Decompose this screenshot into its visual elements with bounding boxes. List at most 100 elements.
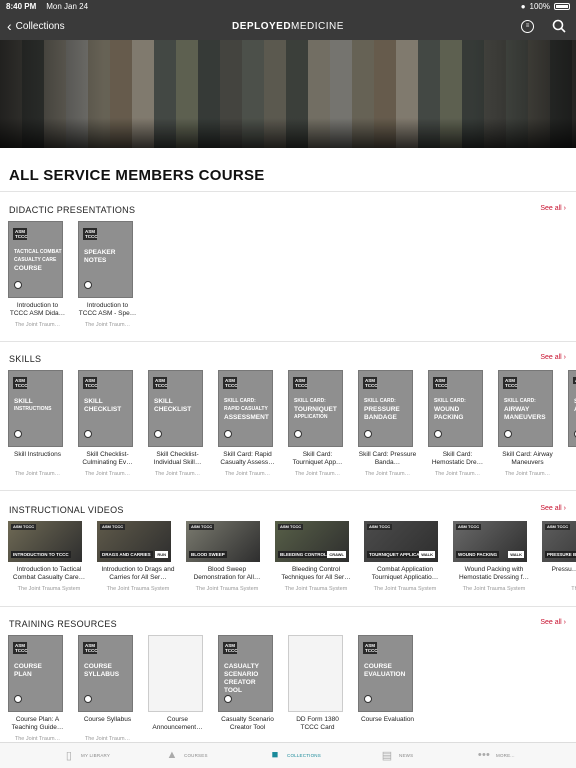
video-title: Blood Sweep Demonstration for All… bbox=[193, 566, 261, 582]
video-card[interactable]: ASM TCCC WOUND PACKING WALK Wound Packing w… bbox=[453, 521, 530, 592]
video-card[interactable]: ASM TCCC TOURNIQUET APPLICATION WALK Combat… bbox=[364, 521, 441, 592]
item-cover: ASM TCCC SKILL CARD: AIRWAY MANEUVERS bbox=[498, 370, 553, 447]
item-author: The Joint Traum… bbox=[14, 471, 61, 477]
asm-tccc-tag: ASM TCCC bbox=[189, 524, 215, 530]
collection-item-card[interactable]: ASM TCCC SKILL CARD: RAPID CASUALTY ASSESSM… bbox=[218, 370, 279, 477]
item-author: The Joint Traum… bbox=[84, 322, 131, 328]
video-author: The Joint Trauma System bbox=[373, 586, 437, 592]
tab-more[interactable]: ••• MORE... bbox=[477, 749, 515, 761]
cover-text: SPEAKER bbox=[84, 249, 116, 256]
status-date: Mon Jan 24 bbox=[46, 1, 89, 11]
filter-icon[interactable]: ≡ bbox=[521, 19, 534, 33]
collection-item-card[interactable]: ASMSK…AI… Ski… The… bbox=[568, 370, 576, 477]
collection-item-card[interactable]: ASM TCCC SKILL INSTRUCTIONS Skill Instructi… bbox=[8, 370, 69, 477]
collection-item-card[interactable]: ASM TCCC COURSE SYLLABUS Course Syllabus The… bbox=[78, 635, 139, 742]
asm-tccc-tag: ASM TCCC bbox=[11, 524, 37, 530]
asm-tccc-tag: ASM TCCC bbox=[13, 228, 28, 240]
video-stage-badge: RUN bbox=[155, 551, 168, 558]
item-title: Introduction to TCCC ASM Dida… bbox=[9, 302, 66, 318]
item-author: The Joint Traum… bbox=[154, 471, 201, 477]
video-card[interactable]: ASM TCCC INTRODUCTION TO TCCC Introduction… bbox=[8, 521, 85, 592]
item-title: Skill Card: Rapid Casualty Assess… bbox=[220, 451, 275, 467]
item-cover: ASM TCCC CASUALTY SCENARIO CREATOR TOOL bbox=[218, 635, 273, 712]
see-all-link[interactable]: See all › bbox=[540, 505, 566, 512]
cover-text: COURSE bbox=[84, 663, 112, 670]
video-thumbnail: ASM TCCC TOURNIQUET APPLICATION WALK bbox=[364, 521, 438, 562]
video-author: The Joint Trauma System bbox=[284, 586, 348, 592]
asm-tccc-tag: ASM TCCC bbox=[223, 377, 238, 389]
seal-logo bbox=[364, 695, 372, 703]
asm-tccc-tag: ASM TCCC bbox=[83, 377, 98, 389]
collection-item-card[interactable]: ASM TCCC COURSE EVALUATION Course Evaluatio… bbox=[358, 635, 419, 736]
video-label: BLEEDING CONTROL bbox=[278, 551, 329, 558]
video-title: Introduction to Drags and Carries for Al… bbox=[101, 566, 175, 582]
collection-item-card[interactable]: ASM TCCC CASUALTY SCENARIO CREATOR TOOL Casua… bbox=[218, 635, 279, 736]
item-cover: ASM TCCC SKILL CARD: TOURNIQUET APPLICATION bbox=[288, 370, 343, 447]
asm-tccc-tag: ASM TCCC bbox=[13, 377, 28, 389]
tab-bar: ▯ MY LIBRARY ▲ COURSES ■ COLLECTIONS ▤ NEWS ••• M… bbox=[0, 742, 576, 768]
back-button[interactable]: ‹ Collections bbox=[7, 19, 65, 33]
collection-item-card[interactable]: Course Announcement… bbox=[148, 635, 209, 736]
hero-banner bbox=[0, 40, 576, 148]
item-cover: ASM TCCC SKILL INSTRUCTIONS bbox=[8, 370, 63, 447]
video-card[interactable]: ASM TCCC DRAGS AND CARRIES RUN Introduction… bbox=[97, 521, 175, 592]
tab-courses[interactable]: ▲ COURSES bbox=[165, 749, 208, 761]
cover-text: COURSE bbox=[14, 265, 42, 272]
cover-text: TOURNIQUET bbox=[294, 406, 337, 413]
collection-item-card[interactable]: ASM TCCC SKILL CARD: TOURNIQUET APPLICATION… bbox=[288, 370, 349, 477]
collection-item-card[interactable]: DD Form 1380 TCCC Card bbox=[288, 635, 349, 736]
item-title: Skill Card: Hemostatic Dre… bbox=[431, 451, 484, 467]
item-author: The Joint Traum… bbox=[294, 471, 341, 477]
item-author: The… bbox=[568, 471, 576, 477]
item-cover bbox=[288, 635, 343, 712]
tab-label: COURSES bbox=[184, 752, 208, 758]
item-title: Course Syllabus bbox=[83, 716, 132, 723]
video-author: The Joint Trauma System bbox=[17, 586, 81, 592]
asm-tccc-tag: ASM TCCC bbox=[545, 524, 571, 530]
video-stage-badge: WALK bbox=[508, 551, 524, 558]
item-cover: ASM TCCC SKILL CARD: WOUND PACKING bbox=[428, 370, 483, 447]
wifi-icon: ● bbox=[520, 1, 526, 11]
item-title: Skill Card: Tourniquet App… bbox=[292, 451, 343, 467]
see-all-link[interactable]: See all › bbox=[540, 205, 566, 212]
seal-logo bbox=[154, 430, 162, 438]
section-title: INSTRUCTIONAL VIDEOS bbox=[9, 505, 124, 515]
tab-collections[interactable]: ■ COLLECTIONS bbox=[268, 749, 321, 761]
cover-text: SCENARIO bbox=[224, 671, 259, 678]
see-all-link[interactable]: See all › bbox=[540, 354, 566, 361]
search-icon[interactable] bbox=[552, 19, 566, 33]
video-author: The Joint Trauma System bbox=[106, 586, 170, 592]
page-title: ALL SERVICE MEMBERS COURSE bbox=[9, 167, 265, 184]
cover-text: COURSE bbox=[14, 663, 42, 670]
seal-logo bbox=[14, 430, 22, 438]
section-title: TRAINING RESOURCES bbox=[9, 619, 117, 629]
tab-my-library[interactable]: ▯ MY LIBRARY bbox=[62, 749, 110, 762]
status-bar: 8:40 PM Mon Jan 24 ● 100% bbox=[0, 0, 576, 12]
asm-tccc-tag: ASM TCCC bbox=[223, 642, 238, 654]
video-card[interactable]: ASM TCCC PRESSURE BANDAGE Pressu… Applicat… bbox=[542, 521, 576, 592]
asm-tccc-tag: ASM TCCC bbox=[433, 377, 448, 389]
seal-logo bbox=[84, 281, 92, 289]
video-card[interactable]: ASM TCCC BLEEDING CONTROL CRAWL Bleeding Co… bbox=[275, 521, 352, 592]
item-title: DD Form 1380 TCCC Card bbox=[296, 716, 339, 732]
chevron-left-icon: ‹ bbox=[7, 18, 12, 34]
tab-news[interactable]: ▤ NEWS bbox=[380, 749, 413, 762]
collection-item-card[interactable]: ASM TCCC SPEAKER NOTES Introduction to TCCC… bbox=[78, 221, 139, 328]
collection-item-card[interactable]: ASM TCCC COURSE PLAN Course Plan: A Teachin… bbox=[8, 635, 69, 742]
video-title: Pressu… Applicatio… bbox=[551, 566, 576, 573]
cover-text: SKILL bbox=[84, 398, 103, 405]
collection-item-card[interactable]: ASM TCCC SKILL CARD: PRESSURE BANDAGE Skill … bbox=[358, 370, 419, 477]
see-all-link[interactable]: See all › bbox=[540, 619, 566, 626]
collection-item-card[interactable]: ASM TCCC TACTICAL COMBAT CASUALTY CARE COUR… bbox=[8, 221, 69, 328]
collection-item-card[interactable]: ASM TCCC SKILL CHECKLIST Skill Checklist-Cu… bbox=[78, 370, 139, 477]
video-card[interactable]: ASM TCCC BLOOD SWEEP Blood Sweep Demonstra… bbox=[186, 521, 263, 592]
graduation-cap-icon: ▲ bbox=[166, 749, 178, 761]
tab-label: MORE... bbox=[496, 752, 515, 758]
bookmark-icon: ▯ bbox=[65, 749, 73, 762]
seal-logo bbox=[84, 695, 92, 703]
back-label: Collections bbox=[15, 20, 65, 32]
collection-item-card[interactable]: ASM TCCC SKILL CARD: AIRWAY MANEUVERS Skill … bbox=[498, 370, 559, 477]
seal-logo bbox=[434, 430, 442, 438]
collection-item-card[interactable]: ASM TCCC SKILL CARD: WOUND PACKING Skill Car… bbox=[428, 370, 489, 477]
collection-item-card[interactable]: ASM TCCC SKILL CHECKLIST Skill Checklist-In… bbox=[148, 370, 209, 477]
